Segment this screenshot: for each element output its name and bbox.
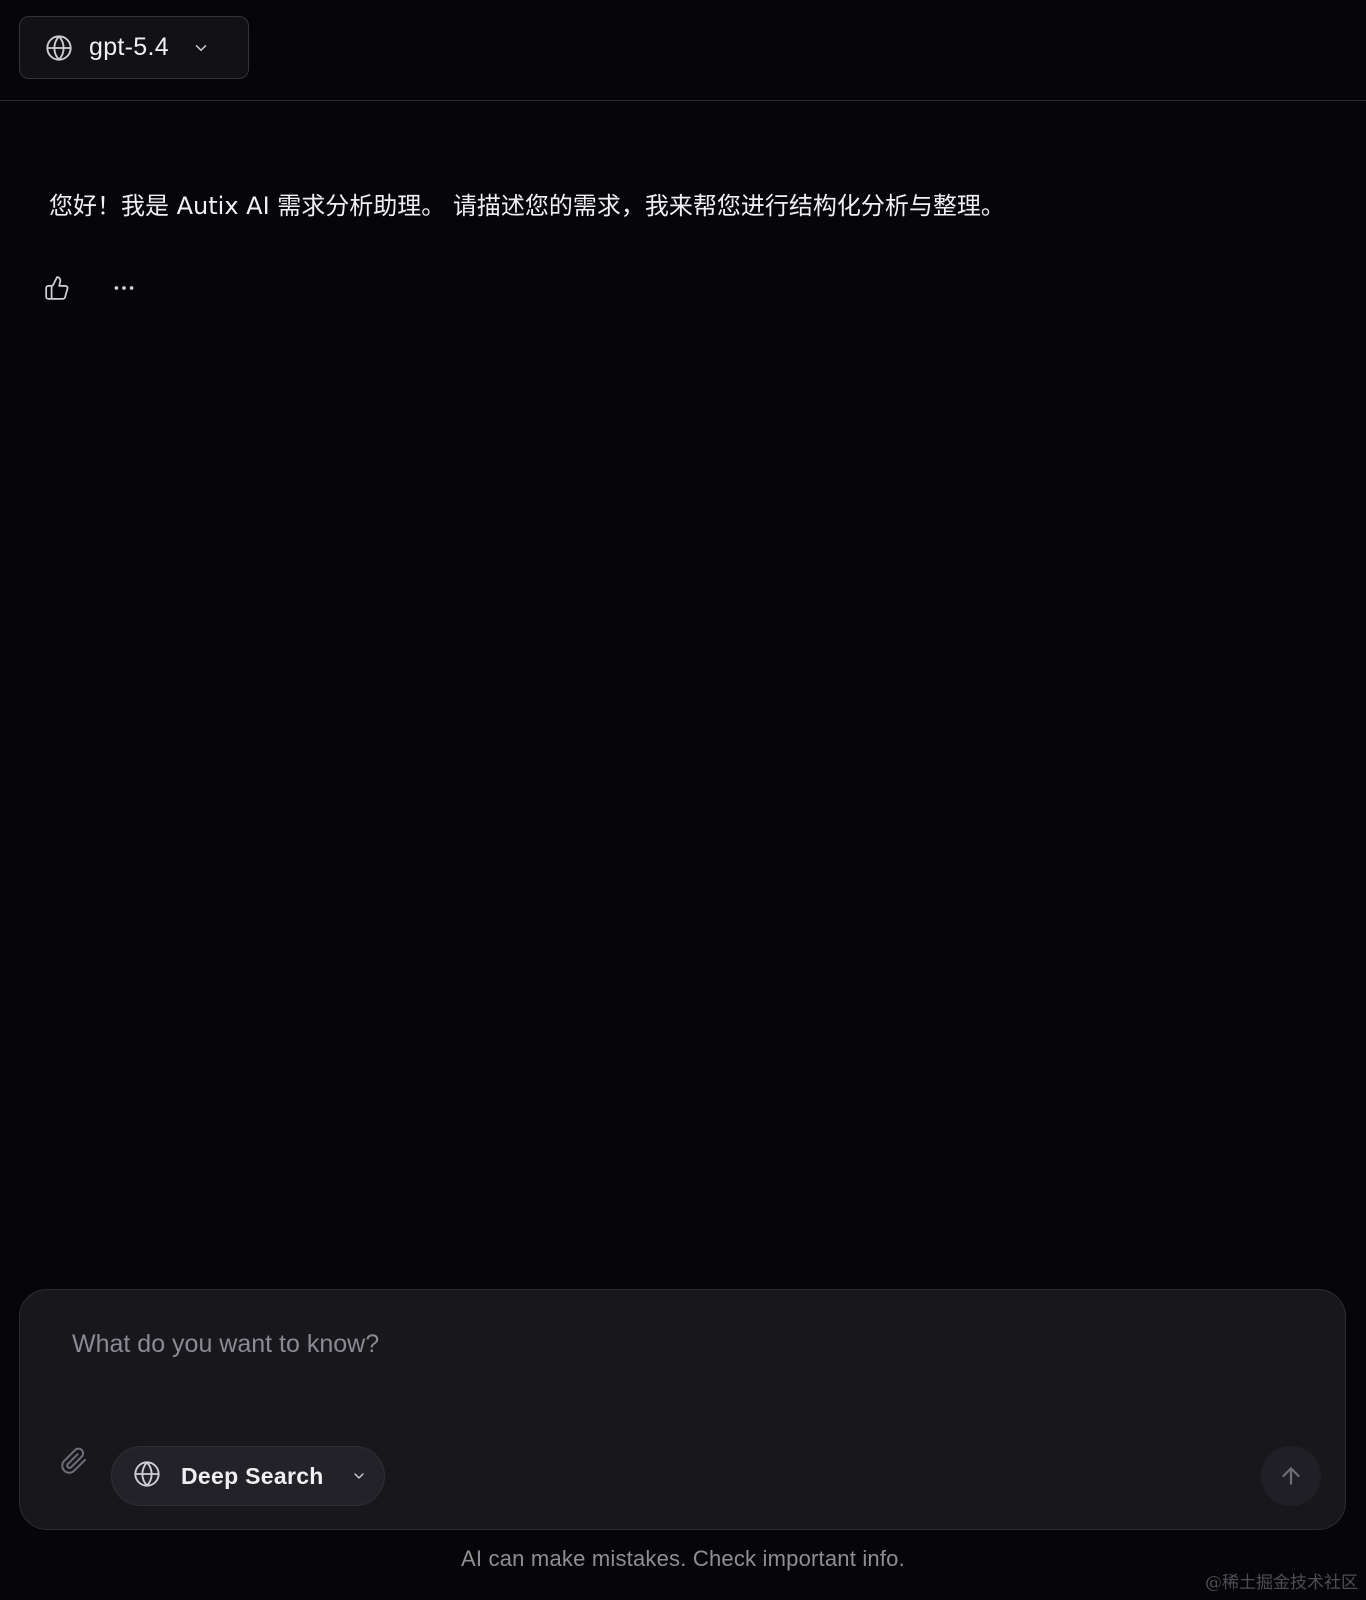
deep-search-toggle[interactable]: Deep Search: [111, 1446, 385, 1506]
chevron-down-icon: [191, 38, 211, 58]
message-actions: [42, 272, 139, 304]
app-root: gpt-5.4 您好！我是 Autix AI 需求分析助理。 请描述您的需求，我…: [0, 0, 1366, 1600]
chevron-down-icon: [350, 1467, 368, 1485]
watermark: @稀土掘金技术社区: [1205, 1573, 1358, 1593]
message-composer: Deep Search: [19, 1289, 1346, 1530]
thumbs-up-icon[interactable]: [42, 273, 72, 303]
globe-icon: [44, 33, 74, 63]
more-horizontal-icon[interactable]: [109, 273, 139, 303]
prompt-input[interactable]: [72, 1330, 1272, 1410]
deep-search-label: Deep Search: [181, 1462, 324, 1489]
globe-icon: [133, 1460, 161, 1493]
model-name: gpt-5.4: [89, 33, 169, 61]
arrow-up-icon: [1278, 1463, 1304, 1489]
assistant-message: 您好！我是 Autix AI 需求分析助理。 请描述您的需求，我来帮您进行结构化…: [49, 192, 1005, 220]
disclaimer-text: AI can make mistakes. Check important in…: [461, 1546, 905, 1571]
paperclip-icon[interactable]: [57, 1444, 91, 1478]
send-button[interactable]: [1261, 1446, 1321, 1506]
top-bar: gpt-5.4: [0, 0, 1366, 101]
model-selector[interactable]: gpt-5.4: [19, 16, 249, 79]
